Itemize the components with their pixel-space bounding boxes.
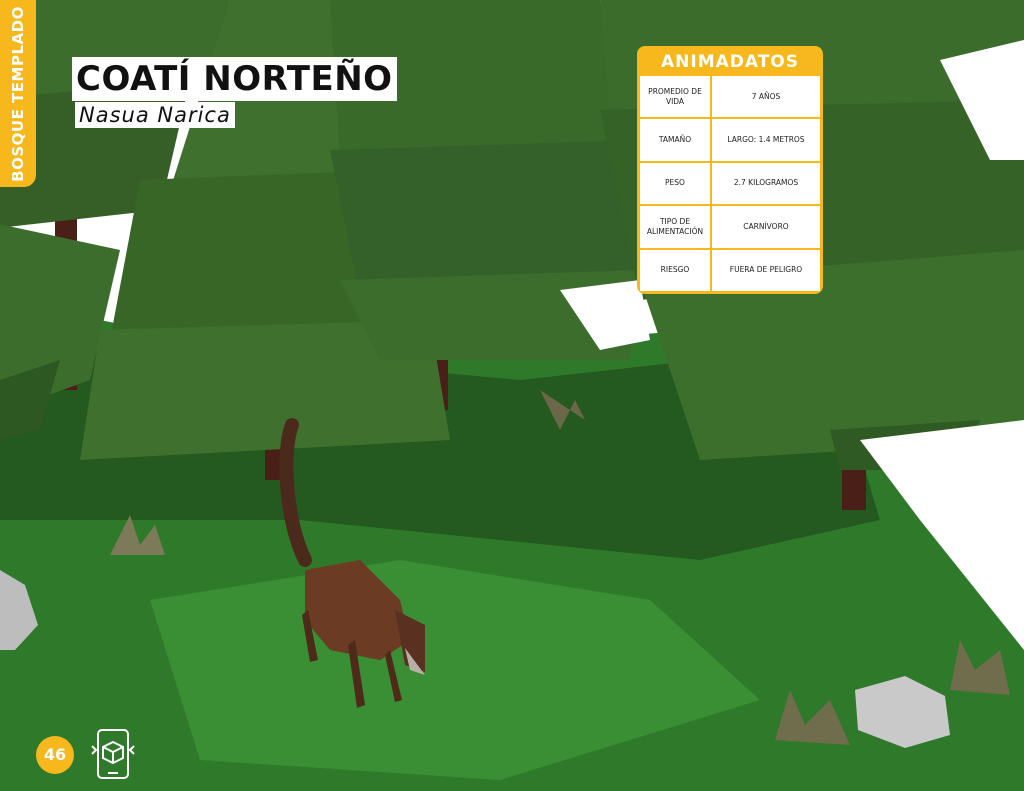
fact-value: 2.7 KILOGRAMOS — [712, 162, 820, 205]
factsheet-table: PROMEDIO DE VIDA 7 AÑOS TAMAÑO LARGO: 1.… — [640, 76, 820, 291]
animadatos-factsheet: ANIMADATOS PROMEDIO DE VIDA 7 AÑOS TAMAÑ… — [637, 46, 823, 294]
fact-label: PESO — [640, 162, 710, 205]
fact-value: FUERA DE PELIGRO — [712, 249, 820, 291]
section-tab-label: BOSQUE TEMPLADO — [9, 6, 27, 182]
fact-label: PROMEDIO DE VIDA — [640, 76, 710, 118]
page-title: COATÍ NORTEÑO — [72, 57, 397, 101]
section-tab: BOSQUE TEMPLADO — [0, 0, 36, 187]
fact-value: LARGO: 1.4 METROS — [712, 119, 820, 161]
fact-label: TIPO DE ALIMENTACIÓN — [640, 206, 710, 248]
fact-value: 7 AÑOS — [712, 76, 820, 118]
factsheet-title: ANIMADATOS — [660, 52, 800, 72]
fact-label: RIESGO — [640, 249, 710, 291]
augmented-reality-phone-icon[interactable] — [90, 728, 136, 780]
scientific-name: Nasua Narica — [75, 102, 235, 128]
fact-label: TAMAÑO — [640, 119, 710, 161]
fact-value: CARNÍVORO — [712, 206, 820, 248]
page-number-badge: 46 — [36, 736, 74, 774]
